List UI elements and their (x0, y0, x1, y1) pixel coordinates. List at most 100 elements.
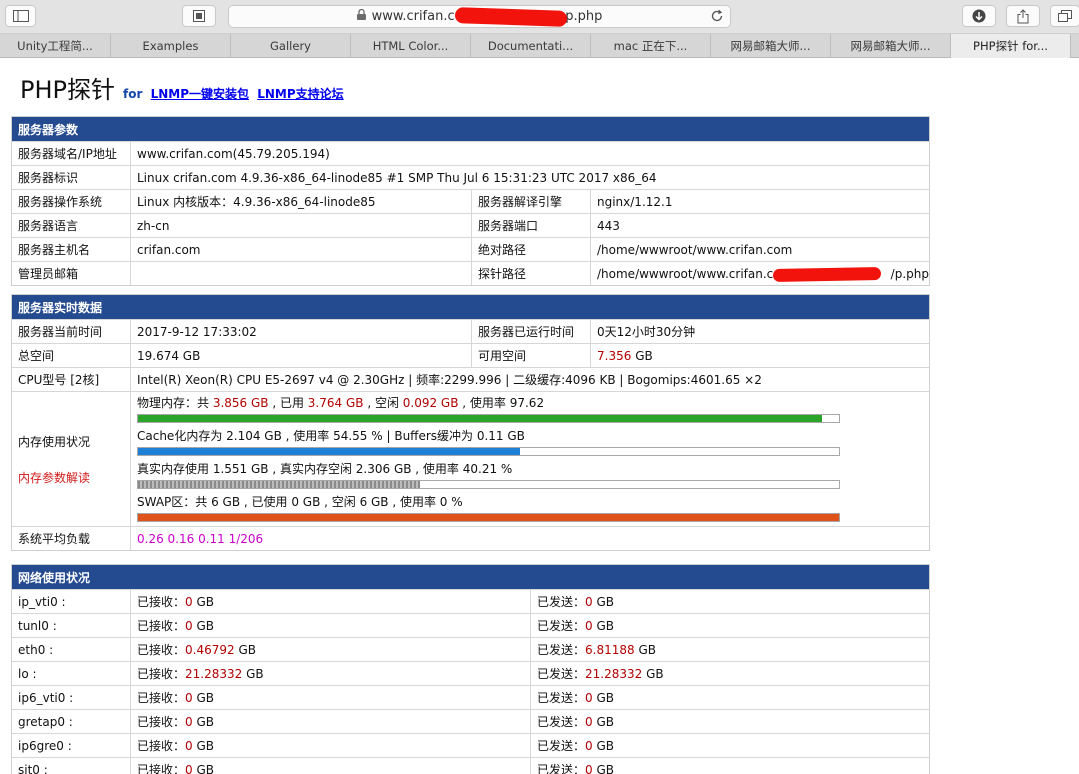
row-value: Linux 内核版本：4.9.36-x86_64-linode85 (131, 190, 472, 213)
tab[interactable]: Gallery (231, 34, 351, 58)
tab-active[interactable]: PHP探针 for... (951, 34, 1071, 58)
recv-cell: 已接收： 0 GB (131, 758, 531, 774)
address-bar[interactable]: www.crifan.com p.php (228, 5, 731, 28)
tab-bar: Unity工程简... Examples Gallery HTML Color.… (0, 34, 1079, 58)
share-icon (1017, 8, 1029, 23)
table-row: ip6_vti0 : 已接收： 0 GB 已发送： 0 GB (12, 685, 929, 709)
row-label: 绝对路径 (472, 238, 591, 261)
download-icon (972, 9, 986, 23)
send-unit: GB (596, 690, 615, 705)
recv-label: 已接收： (137, 619, 186, 633)
memory-row: 内存使用状况 内存参数解读 物理内存：共 3.856 GB , 已用 3.764… (12, 391, 929, 526)
row-label: 可用空间 (472, 344, 591, 367)
memory-help-link[interactable]: 内存参数解读 (18, 469, 130, 486)
interface-name: lo : (12, 662, 131, 685)
recv-value: 0 (185, 690, 193, 705)
row-value: 19.674 GB (131, 344, 472, 367)
send-unit: GB (596, 714, 615, 729)
recv-unit: GB (196, 594, 215, 609)
swap-bar (137, 513, 840, 522)
recv-label: 已接收： (137, 643, 186, 657)
recv-value: 0 (185, 738, 193, 753)
tab-label: 网易邮箱大师... (730, 39, 811, 53)
progress-fill (138, 448, 521, 455)
share-button[interactable] (1006, 5, 1040, 27)
lnmp-forum-link[interactable]: LNMP支持论坛 (257, 87, 343, 101)
tab[interactable]: Examples (111, 34, 231, 58)
tab-label: mac 正在下... (613, 39, 688, 53)
table-row: 系统平均负载 0.26 0.16 0.11 1/206 (12, 526, 929, 550)
row-label: CPU型号 [2核] (12, 368, 131, 391)
lnmp-install-link[interactable]: LNMP一键安装包 (151, 87, 249, 101)
downloads-button[interactable] (962, 5, 996, 27)
tab-label: 网易邮箱大师... (850, 39, 931, 53)
free-space-value: 7.356 (597, 348, 632, 363)
row-value: crifan.com (131, 238, 472, 261)
send-cell: 已发送： 0 GB (531, 686, 929, 709)
tab[interactable]: Unity工程简... (0, 34, 111, 58)
row-value: www.crifan.com(45.79.205.194) (137, 146, 330, 161)
tab[interactable]: HTML Color... (351, 34, 471, 58)
send-label: 已发送： (537, 763, 586, 774)
recv-label: 已接收： (137, 763, 186, 774)
table-row: gretap0 : 已接收： 0 GB 已发送： 0 GB (12, 709, 929, 733)
reload-icon[interactable] (710, 9, 724, 27)
recv-cell: 已接收： 0 GB (131, 686, 531, 709)
tab[interactable]: Documentati... (471, 34, 591, 58)
send-value: 6.81188 (585, 642, 635, 657)
reader-icon (193, 10, 205, 22)
row-label: 服务器已运行时间 (472, 320, 591, 343)
sidebar-toggle-button[interactable] (5, 5, 36, 27)
send-cell: 已发送： 6.81188 GB (531, 638, 929, 661)
send-value: 0 (585, 618, 593, 633)
row-value: 2017-9-12 17:33:02 (131, 320, 472, 343)
interface-name: gretap0 : (12, 710, 131, 733)
recv-label: 已接收： (137, 691, 186, 705)
table-row: lo : 已接收： 21.28332 GB 已发送： 21.28332 GB (12, 661, 929, 685)
recv-cell: 已接收： 0 GB (131, 614, 531, 637)
send-cell: 已发送： 0 GB (531, 758, 929, 774)
send-label: 已发送： (537, 691, 586, 705)
send-label: 已发送： (537, 619, 586, 633)
send-cell: 已发送： 0 GB (531, 614, 929, 637)
table-row: 服务器域名/IP地址 www.crifan.com(45.79.205.194) (12, 141, 929, 165)
redaction-mark (772, 267, 882, 282)
recv-unit: GB (238, 642, 256, 657)
sidebar-icon (12, 10, 29, 22)
probe-path-part: /home/wwwroot/www.crifan.com (597, 266, 793, 281)
table-row: 服务器操作系统 Linux 内核版本：4.9.36-x86_64-linode8… (12, 189, 929, 213)
tab-label: Unity工程简... (17, 39, 93, 53)
section-title: 网络使用状况 (12, 565, 929, 589)
send-unit: GB (596, 594, 615, 609)
section-title: 服务器参数 (12, 117, 929, 141)
tab[interactable]: mac 正在下... (591, 34, 711, 58)
recv-label: 已接收： (137, 667, 186, 681)
mem-free: 0.092 GB (402, 396, 459, 410)
load-average-value: 0.26 0.16 0.11 1/206 (137, 531, 264, 546)
page-subtitle: for LNMP一键安装包 LNMP支持论坛 (123, 85, 344, 102)
tab-label: HTML Color... (372, 39, 449, 53)
reader-button[interactable] (182, 5, 216, 27)
mem-text: 物理内存：共 (137, 396, 213, 410)
row-label: 服务器端口 (472, 214, 591, 237)
row-label: 服务器标识 (12, 166, 131, 189)
mem-text: , 空闲 (363, 396, 403, 410)
table-row: tunl0 : 已接收： 0 GB 已发送： 0 GB (12, 613, 929, 637)
recv-cell: 已接收： 0 GB (131, 590, 531, 613)
row-value: nginx/1.12.1 (597, 194, 673, 209)
send-value: 0 (585, 690, 593, 705)
memory-physical-text: 物理内存：共 3.856 GB , 已用 3.764 GB , 空闲 0.092… (137, 396, 929, 411)
tab[interactable]: 网易邮箱大师... (711, 34, 831, 58)
interface-name: sit0 : (12, 758, 131, 774)
tab[interactable]: 网易邮箱大师... (831, 34, 951, 58)
row-label: 服务器操作系统 (12, 190, 131, 213)
recv-value: 0 (185, 618, 193, 633)
row-value: 0天12小时30分钟 (597, 325, 696, 339)
row-value: 7.356 GB (591, 344, 929, 367)
lock-icon (356, 8, 366, 24)
row-label: 服务器域名/IP地址 (12, 142, 131, 165)
table-row: 管理员邮箱 探针路径 /home/wwwroot/www.crifan.com … (12, 261, 929, 285)
table-row: 服务器主机名 crifan.com 绝对路径 /home/wwwroot/www… (12, 237, 929, 261)
tabs-overview-button[interactable] (1050, 5, 1079, 27)
row-label: 系统平均负载 (12, 527, 131, 550)
